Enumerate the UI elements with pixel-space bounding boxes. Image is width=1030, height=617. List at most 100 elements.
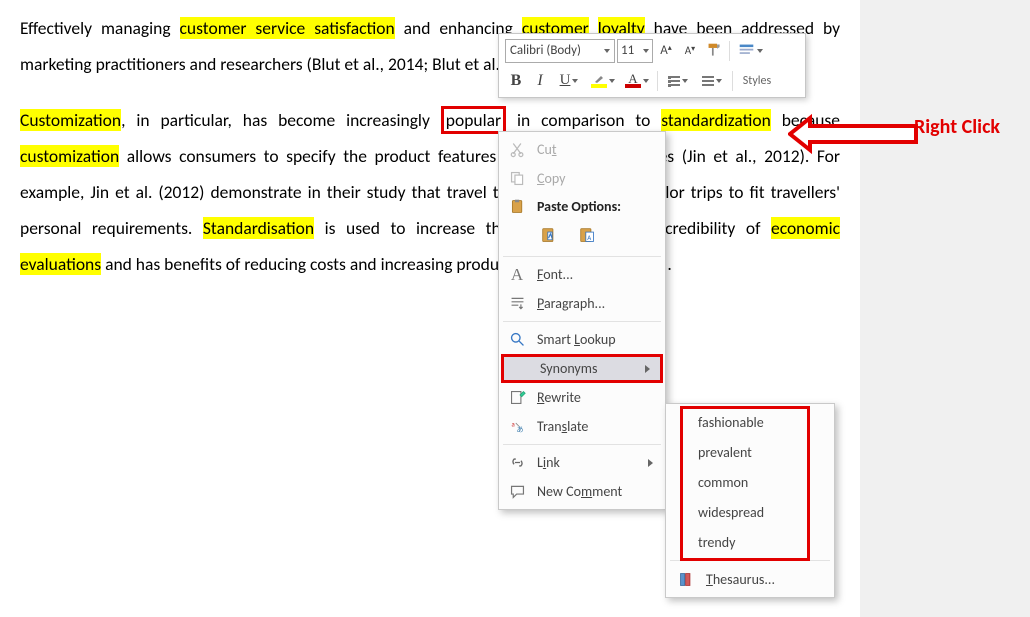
font-family-value: Calibri (Body) [510,43,581,58]
paste-text-only[interactable]: A [575,223,599,247]
underline-button[interactable]: U [553,69,585,93]
menu-link[interactable]: Link [501,448,663,477]
text: because [771,109,840,131]
menu-cut: Cut [501,135,663,164]
annotation-right-click-label: Right Click [914,115,1000,139]
menu-rewrite[interactable]: Rewrite [501,383,663,412]
chevron-down-icon [682,79,688,83]
numbering-button[interactable] [696,69,728,93]
paste-icon [507,196,527,216]
chevron-right-icon [645,365,650,373]
styles-icon [738,42,755,59]
format-painter-icon [706,42,723,59]
separator [729,41,730,61]
grow-font-button[interactable]: A▴ [655,39,677,63]
font-color-button[interactable]: A [621,69,653,93]
highlight-standardization: standardization [661,109,771,131]
menu-copy: Copy [501,164,663,193]
text: become increasingly [267,109,441,131]
highlight-customization: Customization [20,109,121,131]
chevron-down-icon [609,79,615,83]
thesaurus-option[interactable]: Thesaurus... [668,564,832,594]
selected-word-popular[interactable]: popular [441,106,506,134]
rewrite-icon [507,388,527,408]
menu-smart-lookup-label: Smart Lookup [537,331,657,348]
paste-options-label: Paste Options: [537,198,621,215]
paste-options-row: A [501,219,663,253]
grow-font-icon: A▴ [660,43,672,58]
translate-icon: aあ [507,417,527,437]
menu-copy-label: Copy [537,170,657,187]
menu-font[interactable]: A Font... [501,260,663,289]
mini-toolbar-row-1: Calibri (Body) 11 A▴ A▾ [505,37,799,64]
blank-icon [510,359,530,379]
menu-rewrite-label: Rewrite [537,389,657,406]
chevron-down-icon [757,49,763,53]
paste-options-header: Paste Options: [501,193,663,219]
font-size-value: 11 [621,43,634,58]
shrink-font-button[interactable]: A▾ [679,39,701,63]
synonym-option[interactable]: widespread [668,497,832,527]
menu-separator [670,560,830,561]
menu-cut-label: Cut [537,141,657,158]
synonym-option[interactable]: prevalent [668,437,832,467]
font-color-icon: A [625,74,641,88]
highlight-customization-2: customization [20,145,119,167]
synonym-option[interactable]: fashionable [668,407,832,437]
chevron-down-icon [716,79,722,83]
link-icon [507,453,527,473]
menu-font-label: Font... [537,266,657,283]
menu-translate[interactable]: aあ Translate [501,412,663,441]
italic-icon: I [537,72,542,90]
bullets-button[interactable] [662,69,694,93]
format-painter-button[interactable] [703,39,725,63]
menu-separator [503,256,661,257]
menu-synonyms-label: Synonyms [540,360,597,377]
svg-text:あ: あ [516,426,523,434]
styles-dropdown[interactable] [734,39,766,63]
menu-smart-lookup[interactable]: Smart Lookup [501,325,663,354]
mini-toolbar-row-2: B I U A Styles [505,67,799,94]
mini-toolbar[interactable]: Calibri (Body) 11 A▴ A▾ B I U A [498,33,806,98]
thesaurus-label: Thesaurus... [706,571,775,588]
bold-icon: B [511,72,522,90]
text: Effectively managing [20,17,180,39]
styles-label[interactable]: Styles [737,74,777,88]
highlight-color-button[interactable] [587,69,619,93]
shrink-font-icon: A▾ [685,44,695,57]
font-family-select[interactable]: Calibri (Body) [505,39,615,63]
synonyms-submenu[interactable]: fashionable prevalent common widespread … [665,403,835,598]
chevron-down-icon [643,49,649,53]
menu-separator [503,444,661,445]
bold-button[interactable]: B [505,69,527,93]
menu-translate-label: Translate [537,418,657,435]
menu-paragraph[interactable]: Paragraph... [501,289,663,318]
svg-text:a: a [511,421,514,429]
synonym-option[interactable]: trendy [668,527,832,557]
cut-icon [507,140,527,160]
chevron-down-icon [643,79,649,83]
chevron-down-icon [604,49,610,53]
text: , in particular, has [121,109,267,131]
highlight-icon [591,74,607,88]
underline-icon: U [560,72,571,89]
font-size-select[interactable]: 11 [617,39,653,63]
bullets-icon [668,76,680,86]
italic-button[interactable]: I [529,69,551,93]
text: in comparison to [506,109,661,131]
menu-synonyms[interactable]: Synonyms [501,354,663,383]
chevron-right-icon [648,459,653,467]
search-icon [507,330,527,350]
chevron-down-icon [572,79,578,83]
font-icon: A [507,265,527,285]
menu-new-comment[interactable]: New Comment [501,477,663,506]
menu-paragraph-label: Paragraph... [537,295,657,312]
paste-keep-formatting[interactable] [537,223,561,247]
context-menu[interactable]: Cut Copy Paste Options: A A Font... Para… [498,131,666,510]
copy-icon [507,169,527,189]
menu-separator [503,321,661,322]
menu-link-label: Link [537,454,560,471]
synonym-option[interactable]: common [668,467,832,497]
comment-icon [507,482,527,502]
highlight-css: customer service satisfaction [180,17,395,39]
